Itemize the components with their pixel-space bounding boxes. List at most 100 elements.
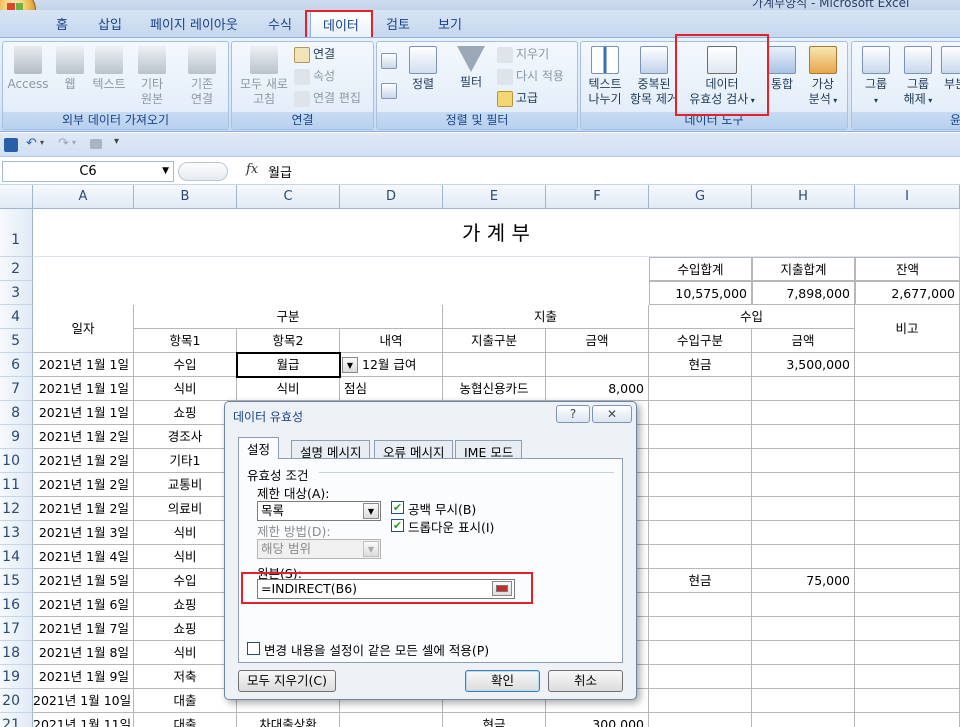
summary-header[interactable]: 지출합계 (752, 257, 855, 281)
ungroup-button[interactable]: 그룹 해제 ▾ (898, 46, 938, 108)
cell-date[interactable]: 2021년 1월 2일 (33, 497, 134, 521)
cell-date[interactable]: 2021년 1월 3일 (33, 521, 134, 545)
sub-header[interactable]: 내역 (340, 329, 443, 353)
tab-input-message[interactable]: 설명 메시지 (291, 440, 371, 460)
row-header-2[interactable]: 2 (0, 257, 33, 281)
cell-date[interactable]: 2021년 1월 1일 (33, 401, 134, 425)
connections-button[interactable]: 연결 (294, 46, 335, 63)
summary-header[interactable]: 수입합계 (649, 257, 752, 281)
other-sources-button[interactable]: 기타 원본 (133, 46, 171, 107)
column-header-d[interactable]: D (340, 185, 443, 209)
cell-item1[interactable]: 교통비 (134, 473, 237, 497)
header-date[interactable]: 일자 (33, 305, 134, 353)
row-header-4[interactable]: 4 (0, 305, 33, 329)
tab-settings[interactable]: 설정 (238, 437, 280, 459)
sub-header[interactable]: 금액 (546, 329, 649, 353)
header-expense[interactable]: 지출 (443, 305, 649, 329)
cell-exp_amt[interactable] (546, 353, 649, 377)
cell-item1[interactable]: 대출 (134, 713, 237, 727)
cell-item2[interactable]: 식비 (237, 377, 340, 401)
cell-inc_amt[interactable] (752, 521, 855, 545)
row-header-8[interactable]: 8 (0, 401, 33, 425)
cell-exp_type[interactable]: 현금 (443, 713, 546, 727)
allow-dropdown-icon[interactable]: ▼ (363, 503, 379, 519)
data-dropdown-icon[interactable]: ▼ (363, 541, 379, 557)
cell-inc_amt[interactable] (752, 545, 855, 569)
cell-exp_type[interactable] (443, 353, 546, 377)
column-header-h[interactable]: H (752, 185, 855, 209)
web-button[interactable]: 웹 (55, 46, 85, 92)
cell-inc_amt[interactable] (752, 617, 855, 641)
cell-note[interactable] (855, 569, 960, 593)
column-header-a[interactable]: A (33, 185, 134, 209)
cell-detail[interactable]: 점심 (340, 377, 443, 401)
cell-item1[interactable]: 의료비 (134, 497, 237, 521)
sort-button[interactable]: 정렬 (405, 46, 441, 92)
sheet-title[interactable]: 가 계 부 (33, 209, 960, 257)
sort-desc-button[interactable] (381, 82, 400, 99)
cell-inc_type[interactable]: 현금 (649, 569, 752, 593)
tab-page-layout[interactable]: 페이지 레이아웃 (150, 14, 238, 33)
reapply-button[interactable]: 다시 적용 (497, 68, 564, 85)
remove-duplicates-button[interactable]: 중복된 항목 제거 (629, 46, 679, 107)
column-header-i[interactable]: I (855, 185, 960, 209)
summary-value[interactable]: 10,575,000 (649, 281, 752, 305)
advanced-filter-button[interactable]: 고급 (497, 90, 538, 107)
consolidate-button[interactable]: 통합 (765, 46, 799, 92)
existing-connections-button[interactable]: 기존 연결 (183, 46, 221, 107)
cell-inc_type[interactable] (649, 521, 752, 545)
allow-select[interactable]: 목록 ▼ (257, 501, 381, 521)
row-header-19[interactable]: 19 (0, 665, 33, 689)
undo-dropdown-icon[interactable]: ▾ (40, 138, 44, 147)
row-header-9[interactable]: 9 (0, 425, 33, 449)
sub-header[interactable]: 지출구분 (443, 329, 546, 353)
cell-note[interactable] (855, 689, 960, 713)
cell-date[interactable]: 2021년 1월 6일 (33, 593, 134, 617)
row-header-11[interactable]: 11 (0, 473, 33, 497)
undo-icon[interactable]: ↶ (26, 136, 37, 151)
cell-inc_amt[interactable] (752, 593, 855, 617)
row-header-18[interactable]: 18 (0, 641, 33, 665)
cell-item1[interactable]: 대출 (134, 689, 237, 713)
help-button[interactable]: ? (556, 405, 590, 423)
access-button[interactable]: Access (7, 46, 49, 92)
tab-error-alert[interactable]: 오류 메시지 (374, 440, 454, 460)
clear-all-button[interactable]: 모두 지우기(C) (238, 670, 336, 692)
tab-view[interactable]: 보기 (438, 14, 462, 33)
row-header-10[interactable]: 10 (0, 449, 33, 473)
cell-note[interactable] (855, 473, 960, 497)
sub-header[interactable]: 금액 (752, 329, 855, 353)
cell-inc_type[interactable] (649, 401, 752, 425)
cell-inc_type[interactable] (649, 641, 752, 665)
sort-asc-button[interactable] (381, 52, 400, 69)
cell-inc_amt[interactable] (752, 377, 855, 401)
cell-item1[interactable]: 식비 (134, 641, 237, 665)
dropdown-checkbox[interactable]: ✔ (391, 519, 404, 532)
cell-inc_amt[interactable] (752, 689, 855, 713)
cell-note[interactable] (855, 449, 960, 473)
cell-inc_amt[interactable] (752, 665, 855, 689)
cell-inc_amt[interactable] (752, 497, 855, 521)
cell-date[interactable]: 2021년 1월 1일 (33, 353, 134, 377)
cell-date[interactable]: 2021년 1월 7일 (33, 617, 134, 641)
cell-note[interactable] (855, 617, 960, 641)
cell-date[interactable]: 2021년 1월 10일 (33, 689, 134, 713)
cell-item1[interactable]: 쇼핑 (134, 401, 237, 425)
cell-note[interactable] (855, 713, 960, 727)
cell-inc_amt[interactable] (752, 401, 855, 425)
cell-item1[interactable]: 저축 (134, 665, 237, 689)
cell-exp_amt[interactable]: 300,000 (546, 713, 649, 727)
cell-exp_amt[interactable]: 8,000 (546, 377, 649, 401)
cell-date[interactable]: 2021년 1월 2일 (33, 449, 134, 473)
cell-item1[interactable]: 기타1 (134, 449, 237, 473)
insert-function-icon[interactable]: fx (246, 162, 258, 177)
name-box[interactable]: C6 ▼ (2, 161, 174, 182)
header-note[interactable]: 비고 (855, 305, 960, 353)
row-header-1[interactable]: 1 (0, 209, 33, 257)
cell-inc_type[interactable] (649, 689, 752, 713)
row-header-5[interactable]: 5 (0, 329, 33, 353)
cell-item1[interactable]: 경조사 (134, 425, 237, 449)
cell-note[interactable] (855, 593, 960, 617)
subtotal-button[interactable]: 부분 (940, 46, 960, 92)
cell-inc_type[interactable]: 현금 (649, 353, 752, 377)
